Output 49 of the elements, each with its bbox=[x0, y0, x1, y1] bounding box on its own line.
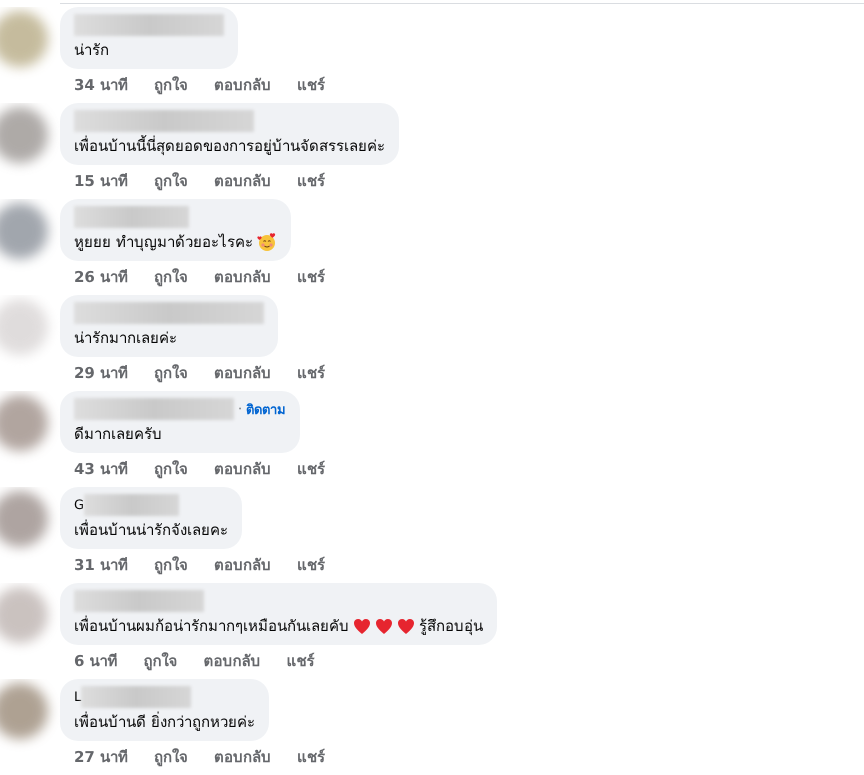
comment-time[interactable]: 15 นาที bbox=[74, 169, 128, 193]
heart-icon bbox=[397, 618, 415, 634]
comment-time[interactable]: 34 นาที bbox=[74, 73, 128, 97]
heart-icon bbox=[375, 618, 393, 634]
comment-action-link[interactable]: แชร์ bbox=[286, 649, 315, 673]
comment-text: น่ารัก bbox=[74, 40, 109, 61]
comment-action-link[interactable]: ถูกใจ bbox=[154, 553, 188, 577]
comment-action-link[interactable]: แชร์ bbox=[297, 265, 326, 289]
comment-action-link[interactable]: แชร์ bbox=[297, 745, 326, 769]
comment-action-link[interactable]: ถูกใจ bbox=[154, 745, 188, 769]
comment-text: รู้สึกอบอุ่น bbox=[419, 616, 483, 637]
comment-text: เพื่อนบ้านผมก้อน่ารักมากๆเหมือนกันเลยคับ bbox=[74, 615, 349, 637]
comment-time[interactable]: 6 นาที bbox=[74, 649, 118, 673]
comment-time[interactable]: 29 นาที bbox=[74, 361, 128, 385]
comment-action-link[interactable]: ตอบกลับ bbox=[214, 73, 272, 97]
comment-action-link[interactable]: ตอบกลับ bbox=[214, 745, 272, 769]
comment-action-link[interactable]: ถูกใจ bbox=[154, 361, 188, 385]
comment-action-link[interactable]: ตอบกลับ bbox=[204, 649, 261, 673]
comment-time[interactable]: 31 นาที bbox=[74, 553, 128, 577]
comment-action-link[interactable]: ตอบกลับ bbox=[214, 265, 272, 289]
heart-icon bbox=[353, 618, 371, 634]
comment-text: เพื่อนบ้านนี้นี่สุดยอดของการอยู่บ้านจัดสรรเลยค่ะ bbox=[74, 135, 385, 157]
comment-time[interactable]: 26 นาที bbox=[74, 265, 128, 289]
comment-time[interactable]: 43 นาที bbox=[74, 457, 128, 481]
comment-time[interactable]: 27 นาที bbox=[74, 745, 128, 769]
comment-text: เพื่อนบ้านดี ยิ่งกว่าถูกหวยค่ะ bbox=[74, 711, 255, 733]
comment-text: เพื่อนบ้านน่ารักจังเลยคะ bbox=[74, 519, 228, 541]
comment-action-link[interactable]: แชร์ bbox=[297, 73, 326, 97]
comment-action-link[interactable]: ตอบกลับ bbox=[214, 457, 272, 481]
comment-action-link[interactable]: ถูกใจ bbox=[144, 649, 178, 673]
comment-text: น่ารักมากเลยค่ะ bbox=[74, 328, 177, 349]
comment-action-link[interactable]: แชร์ bbox=[297, 361, 326, 385]
comment-action-link[interactable]: แชร์ bbox=[297, 553, 326, 577]
comment-action-link[interactable]: ตอบกลับ bbox=[214, 361, 272, 385]
comment-action-link[interactable]: ถูกใจ bbox=[154, 265, 188, 289]
comment-text: ดีมากเลยครับ bbox=[74, 424, 162, 445]
comment-action-link[interactable]: แชร์ bbox=[297, 457, 326, 481]
smiling-face-with-hearts-icon bbox=[256, 232, 277, 252]
commenter-name[interactable]: L bbox=[74, 690, 82, 704]
commenter-name[interactable]: G bbox=[74, 498, 84, 512]
follow-link[interactable]: ติดตาม bbox=[246, 398, 286, 420]
comment-action-link[interactable]: ถูกใจ bbox=[154, 73, 188, 97]
comment-action-link[interactable]: แชร์ bbox=[297, 169, 326, 193]
comment-text: หูยยย ทำบุญมาด้วยอะไรคะ bbox=[74, 232, 253, 253]
comment-action-link[interactable]: ตอบกลับ bbox=[214, 169, 272, 193]
comment-action-link[interactable]: ถูกใจ bbox=[154, 169, 188, 193]
comment-action-link[interactable]: ถูกใจ bbox=[154, 457, 188, 481]
separator-dot: · bbox=[238, 402, 242, 416]
comment-action-link[interactable]: ตอบกลับ bbox=[214, 553, 272, 577]
